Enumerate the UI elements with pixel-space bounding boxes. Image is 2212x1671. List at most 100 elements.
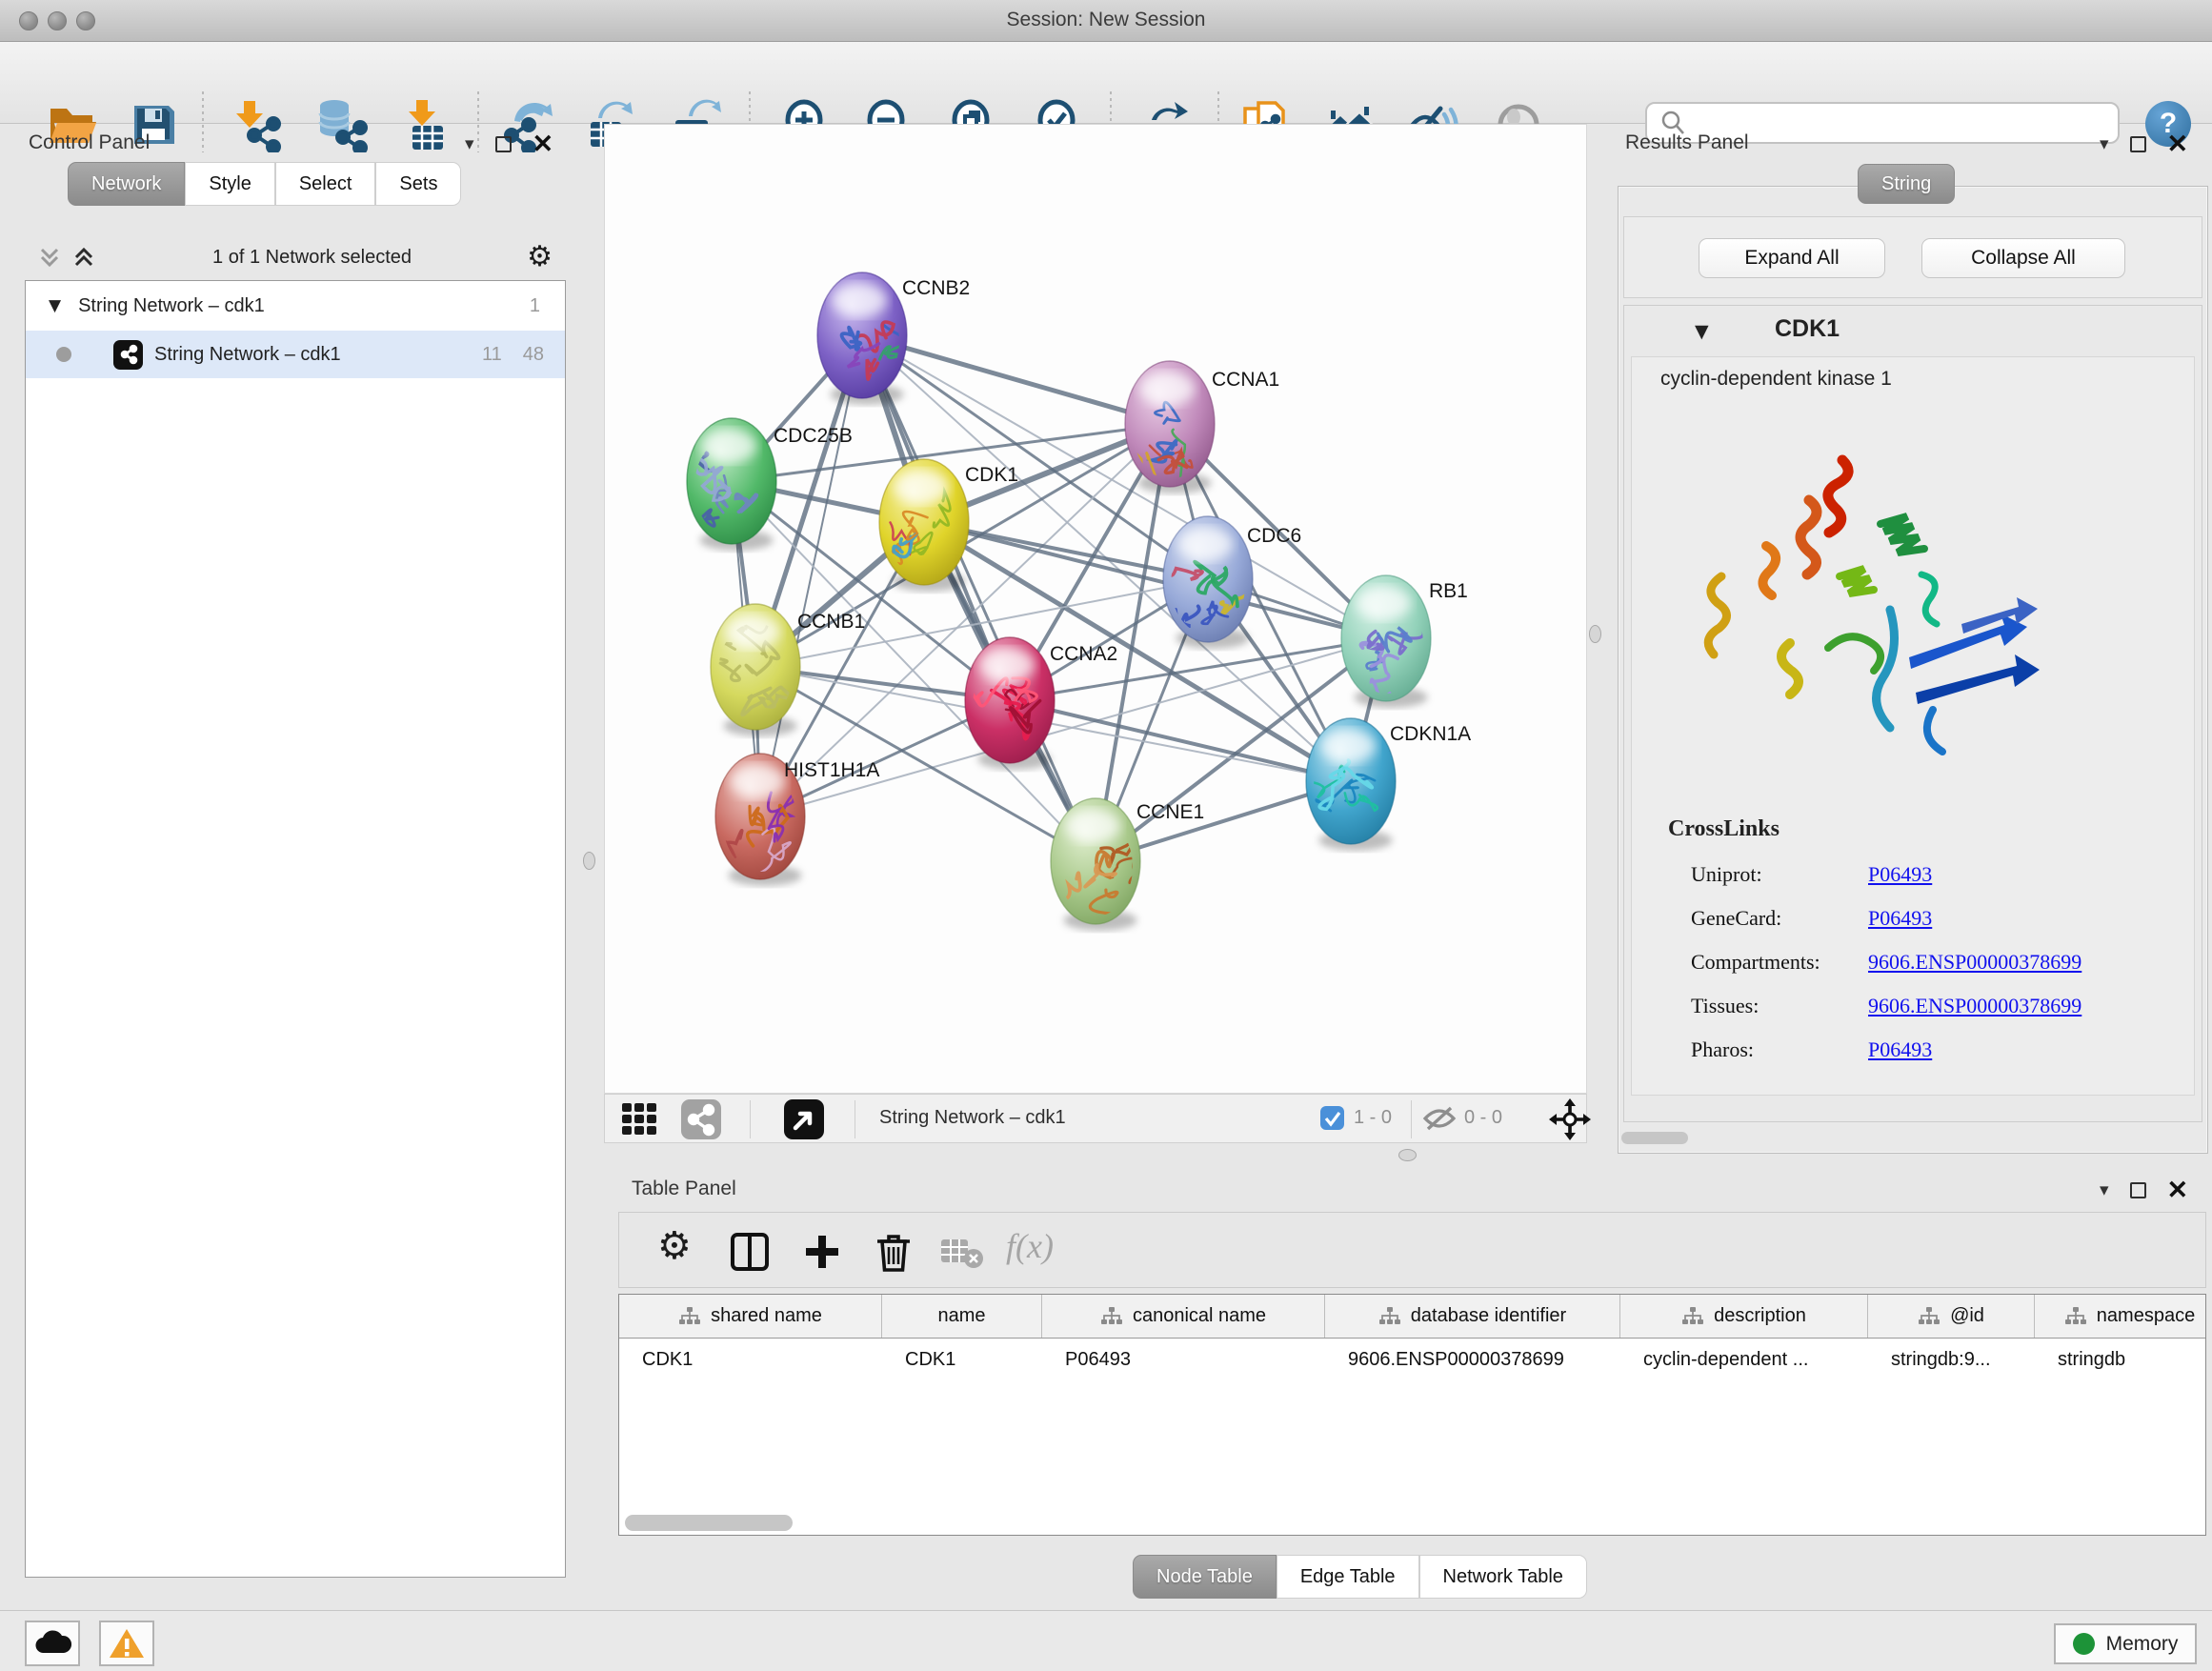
crosslink-label: Compartments: xyxy=(1691,950,1868,975)
tab-select[interactable]: Select xyxy=(275,162,376,206)
tab-sets[interactable]: Sets xyxy=(375,162,461,206)
node-RB1[interactable]: RB1 xyxy=(1341,575,1468,708)
show-columns-icon[interactable] xyxy=(730,1232,770,1272)
crosslink-value-link[interactable]: P06493 xyxy=(1868,906,1932,931)
tree-expand-caret-icon[interactable]: ▼ xyxy=(49,296,61,315)
network-canvas[interactable]: CCNB2CCNA1CDC25BCDK1CDC6RB1CCNB1CCNA2CDK… xyxy=(604,124,1587,1094)
network-share-view-icon[interactable] xyxy=(681,1099,721,1139)
edge-CCNB2-CCNA1[interactable] xyxy=(862,335,1170,424)
node-CCNA1[interactable]: CCNA1 xyxy=(1125,361,1279,493)
table-body: CDK1CDK1P064939606.ENSP00000378699cyclin… xyxy=(619,1339,2205,1380)
crosslink-value-link[interactable]: 9606.ENSP00000378699 xyxy=(1868,994,2081,1018)
control-panel-menu-icon[interactable]: ▾ xyxy=(465,133,474,154)
function-builder-icon[interactable]: f(x) xyxy=(1006,1226,1054,1266)
node-label-CCNA2: CCNA2 xyxy=(1050,643,1117,665)
column-header-label: database identifier xyxy=(1411,1305,1566,1327)
network-type-icon xyxy=(113,340,143,370)
column-header-shared-name[interactable]: shared name xyxy=(619,1295,882,1338)
window-titlebar: Session: New Session xyxy=(0,0,2212,42)
column-header-namespace[interactable]: namespace xyxy=(2035,1295,2206,1338)
crosslink-row: Tissues:9606.ENSP00000378699 xyxy=(1691,984,2177,1028)
column-header-canonical-name[interactable]: canonical name xyxy=(1042,1295,1325,1338)
tab-edge-table[interactable]: Edge Table xyxy=(1277,1555,1419,1599)
delete-column-icon[interactable] xyxy=(873,1230,915,1274)
selected-checkbox-icon[interactable] xyxy=(1319,1105,1345,1131)
grid-view-icon[interactable] xyxy=(620,1099,660,1139)
table-toolbar: ⚙ f(x) xyxy=(618,1212,2206,1288)
column-header-database-identifier[interactable]: database identifier xyxy=(1325,1295,1620,1338)
tab-network-table[interactable]: Network Table xyxy=(1419,1555,1587,1599)
column-header-label: @id xyxy=(1950,1305,1984,1327)
tab-node-table[interactable]: Node Table xyxy=(1133,1555,1277,1599)
node-label-CDKN1A: CDKN1A xyxy=(1390,723,1471,745)
warning-icon xyxy=(108,1627,146,1660)
bottom-splitter-handle[interactable] xyxy=(1398,1149,1417,1161)
gene-description: cyclin-dependent kinase 1 xyxy=(1660,368,1892,391)
node-CDKN1A[interactable]: CDKN1A xyxy=(1306,718,1471,851)
left-splitter-handle[interactable] xyxy=(583,852,595,870)
network-collection-row[interactable]: ▼ String Network – cdk1 1 xyxy=(26,281,565,331)
node-CDC25B[interactable]: CDC25B xyxy=(680,418,853,551)
gene-detail-box: cyclin-dependent kinase 1 CrossLinks Uni… xyxy=(1631,356,2195,1096)
cloud-button[interactable] xyxy=(25,1621,80,1666)
add-column-icon[interactable] xyxy=(802,1232,842,1272)
selected-node-edge-counts: 1 - 0 xyxy=(1354,1107,1392,1129)
collapse-all-button[interactable]: Collapse All xyxy=(1921,238,2125,278)
edge-CCNB2-CCNE1[interactable] xyxy=(862,335,1096,861)
delete-table-icon[interactable] xyxy=(939,1236,983,1270)
tab-string[interactable]: String xyxy=(1858,164,1955,204)
column-header-@id[interactable]: @id xyxy=(1868,1295,2035,1338)
hidden-eye-icon[interactable] xyxy=(1422,1104,1457,1133)
expand-all-chevron-icon[interactable] xyxy=(70,244,97,271)
collapse-all-chevron-icon[interactable] xyxy=(36,244,63,271)
right-splitter-handle[interactable] xyxy=(1589,625,1601,643)
gene-collapse-caret-icon[interactable]: ▼ xyxy=(1695,321,1709,342)
crosslink-row: GeneCard:P06493 xyxy=(1691,896,2177,940)
results-hscrollbar[interactable] xyxy=(1621,1132,1688,1144)
table-panel-float-icon[interactable] xyxy=(2130,1182,2146,1198)
crosslink-value-link[interactable]: P06493 xyxy=(1868,862,1932,887)
detach-view-icon[interactable] xyxy=(784,1099,824,1139)
memory-button[interactable]: Memory xyxy=(2054,1623,2197,1664)
results-panel-float-icon[interactable] xyxy=(2130,136,2146,152)
table-hscrollbar[interactable] xyxy=(625,1515,793,1531)
edge-CCNB2-HIST1H1A[interactable] xyxy=(760,335,862,816)
crosslink-value-link[interactable]: 9606.ENSP00000378699 xyxy=(1868,950,2081,975)
edge-CCNA2-CDKN1A[interactable] xyxy=(1010,700,1351,781)
crosslink-value-link[interactable]: P06493 xyxy=(1868,1037,1932,1062)
table-tabs: Node TableEdge TableNetwork Table xyxy=(1133,1555,1587,1599)
column-header-label: namespace xyxy=(2097,1305,2195,1327)
node-CCNE1[interactable]: CCNE1 xyxy=(1048,798,1204,931)
node-CDC6[interactable]: CDC6 xyxy=(1156,516,1301,649)
table-panel-close-icon[interactable]: ✕ xyxy=(2167,1182,2189,1198)
network-tree: ▼ String Network – cdk1 1 String Network… xyxy=(25,280,566,1578)
node-label-CCNB1: CCNB1 xyxy=(797,611,865,633)
column-header-description[interactable]: description xyxy=(1620,1295,1868,1338)
results-panel-close-icon[interactable]: ✕ xyxy=(2167,136,2189,152)
network-selector-bar: 1 of 1 Network selected ⚙ xyxy=(25,236,566,278)
control-panel-tabs: NetworkStyleSelectSets xyxy=(68,162,461,206)
control-panel-close-icon[interactable]: ✕ xyxy=(533,136,554,152)
tab-network[interactable]: Network xyxy=(68,162,185,206)
network-options-gear-icon[interactable]: ⚙ xyxy=(527,243,553,272)
table-settings-gear-icon[interactable]: ⚙ xyxy=(657,1232,692,1260)
gene-title: CDK1 xyxy=(1775,315,1840,343)
crosslink-label: Pharos: xyxy=(1691,1037,1868,1062)
warning-button[interactable] xyxy=(99,1621,154,1666)
crosslink-row: Uniprot:P06493 xyxy=(1691,853,2177,896)
network-row[interactable]: String Network – cdk1 11 48 xyxy=(26,331,565,378)
node-HIST1H1A[interactable]: HIST1H1A xyxy=(715,754,879,886)
results-panel-menu-icon[interactable]: ▾ xyxy=(2100,133,2109,154)
table-row[interactable]: CDK1CDK1P064939606.ENSP00000378699cyclin… xyxy=(619,1339,2205,1380)
tab-style[interactable]: Style xyxy=(185,162,274,206)
crosslinks-title: CrossLinks xyxy=(1668,816,1780,842)
table-cell: CDK1 xyxy=(882,1349,1042,1371)
table-cell: CDK1 xyxy=(619,1349,882,1371)
control-panel-float-icon[interactable] xyxy=(495,136,512,152)
expand-all-button[interactable]: Expand All xyxy=(1699,238,1885,278)
table-panel-menu-icon[interactable]: ▾ xyxy=(2100,1179,2109,1200)
network-graph[interactable]: CCNB2CCNA1CDC25BCDK1CDC6RB1CCNB1CCNA2CDK… xyxy=(605,125,1586,1093)
center-view-crosshair-icon[interactable] xyxy=(1548,1097,1592,1141)
results-panel-title: Results Panel xyxy=(1625,131,1749,154)
column-header-name[interactable]: name xyxy=(882,1295,1042,1338)
